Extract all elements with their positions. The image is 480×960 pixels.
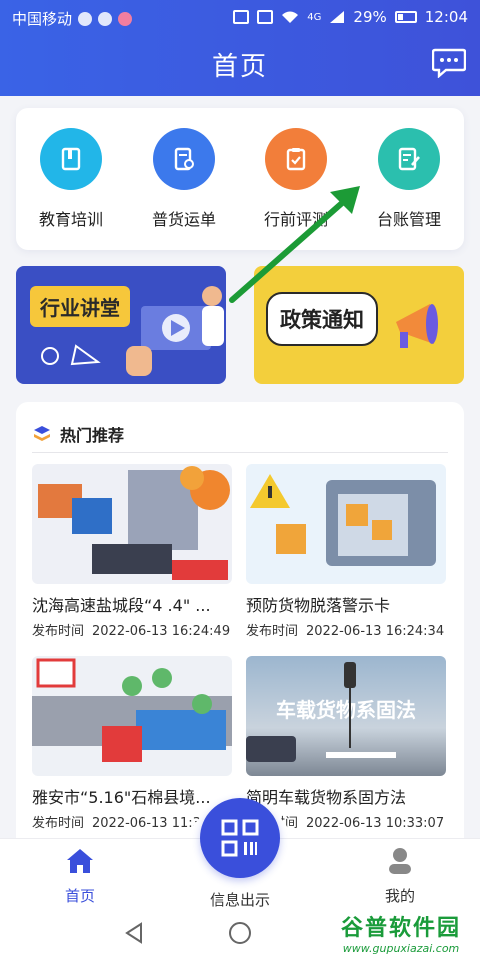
annotation-arrow-icon	[229, 186, 360, 303]
carrier-label: 中国移动	[12, 10, 73, 28]
news-title: 沈海高速盐城段“4 .4" ...	[32, 596, 211, 615]
app-header: 中国移动 4G 29% 12:04 首页	[0, 0, 480, 96]
news-title: 预防货物脱落警示卡	[246, 596, 391, 615]
news-title: 简明车载货物系固方法	[246, 788, 407, 807]
chat-bubble-icon	[78, 11, 93, 26]
watermark-sub: www.gupuxiazai.com	[342, 942, 460, 955]
wifi-icon	[282, 11, 299, 23]
news-time-label: 发布时间	[246, 624, 299, 639]
tab-info[interactable]: 信息出示	[190, 883, 290, 910]
edit-document-icon	[378, 128, 440, 190]
home-circle-icon[interactable]	[229, 922, 251, 944]
news-item[interactable]: 沈海高速盐城段“4 .4" ... 发布时间 2022-06-13 16:24:4…	[32, 464, 232, 639]
wechat-icon	[98, 11, 113, 26]
news-time-value: 2022-06-13 10:33:07	[306, 816, 445, 831]
lecture-illustration	[41, 286, 224, 376]
tab-label: 首页	[64, 887, 95, 905]
news-time-value: 2022-06-13 16:24:49	[92, 624, 231, 639]
vibrate-icon	[233, 10, 250, 24]
clock: 12:04	[424, 8, 468, 26]
network-type: 4G	[307, 11, 322, 23]
news-time-value: 2022-06-13 16:24:34	[306, 624, 445, 639]
home-icon	[67, 849, 93, 873]
news-image: 车载货物系固法	[246, 656, 446, 776]
status-bar: 中国移动 4G 29% 12:04	[0, 0, 480, 34]
news-time: 发布时间 2022-06-13 16:24:49	[32, 620, 232, 639]
banner-industry-lecture[interactable]: 行业讲堂	[16, 266, 226, 384]
signal-icon	[330, 11, 345, 23]
divider	[32, 452, 448, 453]
quick-item-label: 教育培训	[38, 210, 103, 229]
quick-item-label: 台账管理	[376, 210, 441, 229]
back-icon[interactable]	[124, 922, 144, 944]
news-item[interactable]: 车载货物系固法 简明车载货物系固方法 发布时间2022-06-13 10:33:…	[246, 656, 446, 831]
qr-code-button[interactable]	[200, 798, 280, 878]
tab-mine[interactable]: 我的	[370, 847, 430, 906]
layers-icon	[34, 426, 50, 441]
news-item[interactable]: 预防货物脱落警示卡 发布时间 2022-06-13 16:24:34	[246, 464, 446, 639]
qr-code-icon	[221, 819, 259, 857]
battery-icon	[394, 11, 417, 23]
tab-home[interactable]: 首页	[50, 847, 110, 906]
quick-item-education[interactable]: 教育培训	[21, 128, 121, 230]
book-icon	[40, 128, 102, 190]
quick-item-waybill[interactable]: 普货运单	[134, 128, 234, 230]
watermark-logo: 谷普软件园 www.gupuxiazai.com	[328, 910, 474, 955]
hot-title: 热门推荐	[60, 426, 125, 445]
news-time-value: 2022-06-13 11:3	[92, 816, 201, 831]
quick-item-ledger[interactable]: 台账管理	[359, 128, 459, 230]
quick-item-label: 普货运单	[151, 210, 216, 229]
news-image	[32, 464, 232, 584]
watermark-main: 谷普软件园	[340, 916, 461, 941]
document-search-icon	[153, 128, 215, 190]
page-title: 首页	[211, 52, 268, 82]
user-icon	[389, 848, 411, 874]
tab-label: 信息出示	[209, 891, 270, 909]
tab-label: 我的	[384, 887, 415, 905]
hot-recommend-card: 热门推荐 沈海高速盐城段“4 .4" ... 发布时间 2022-06-13 16…	[16, 402, 464, 852]
message-icon[interactable]	[432, 48, 466, 78]
news-time-label: 发布时间	[32, 816, 85, 831]
hd-icon	[257, 10, 274, 24]
news-item[interactable]: 雅安市“5.16"石棉县境... 发布时间 2022-06-13 11:3	[32, 656, 232, 831]
battery-percent: 29%	[353, 8, 387, 26]
hot-header: 热门推荐	[32, 422, 124, 446]
news-title: 雅安市“5.16"石棉县境...	[32, 788, 211, 807]
news-time: 发布时间 2022-06-13 16:24:34	[246, 620, 446, 639]
news-image	[246, 464, 446, 584]
megaphone-icon	[396, 304, 438, 348]
app-notification-icon	[118, 11, 133, 26]
news-image	[32, 656, 232, 776]
news-time-label: 发布时间	[32, 624, 85, 639]
